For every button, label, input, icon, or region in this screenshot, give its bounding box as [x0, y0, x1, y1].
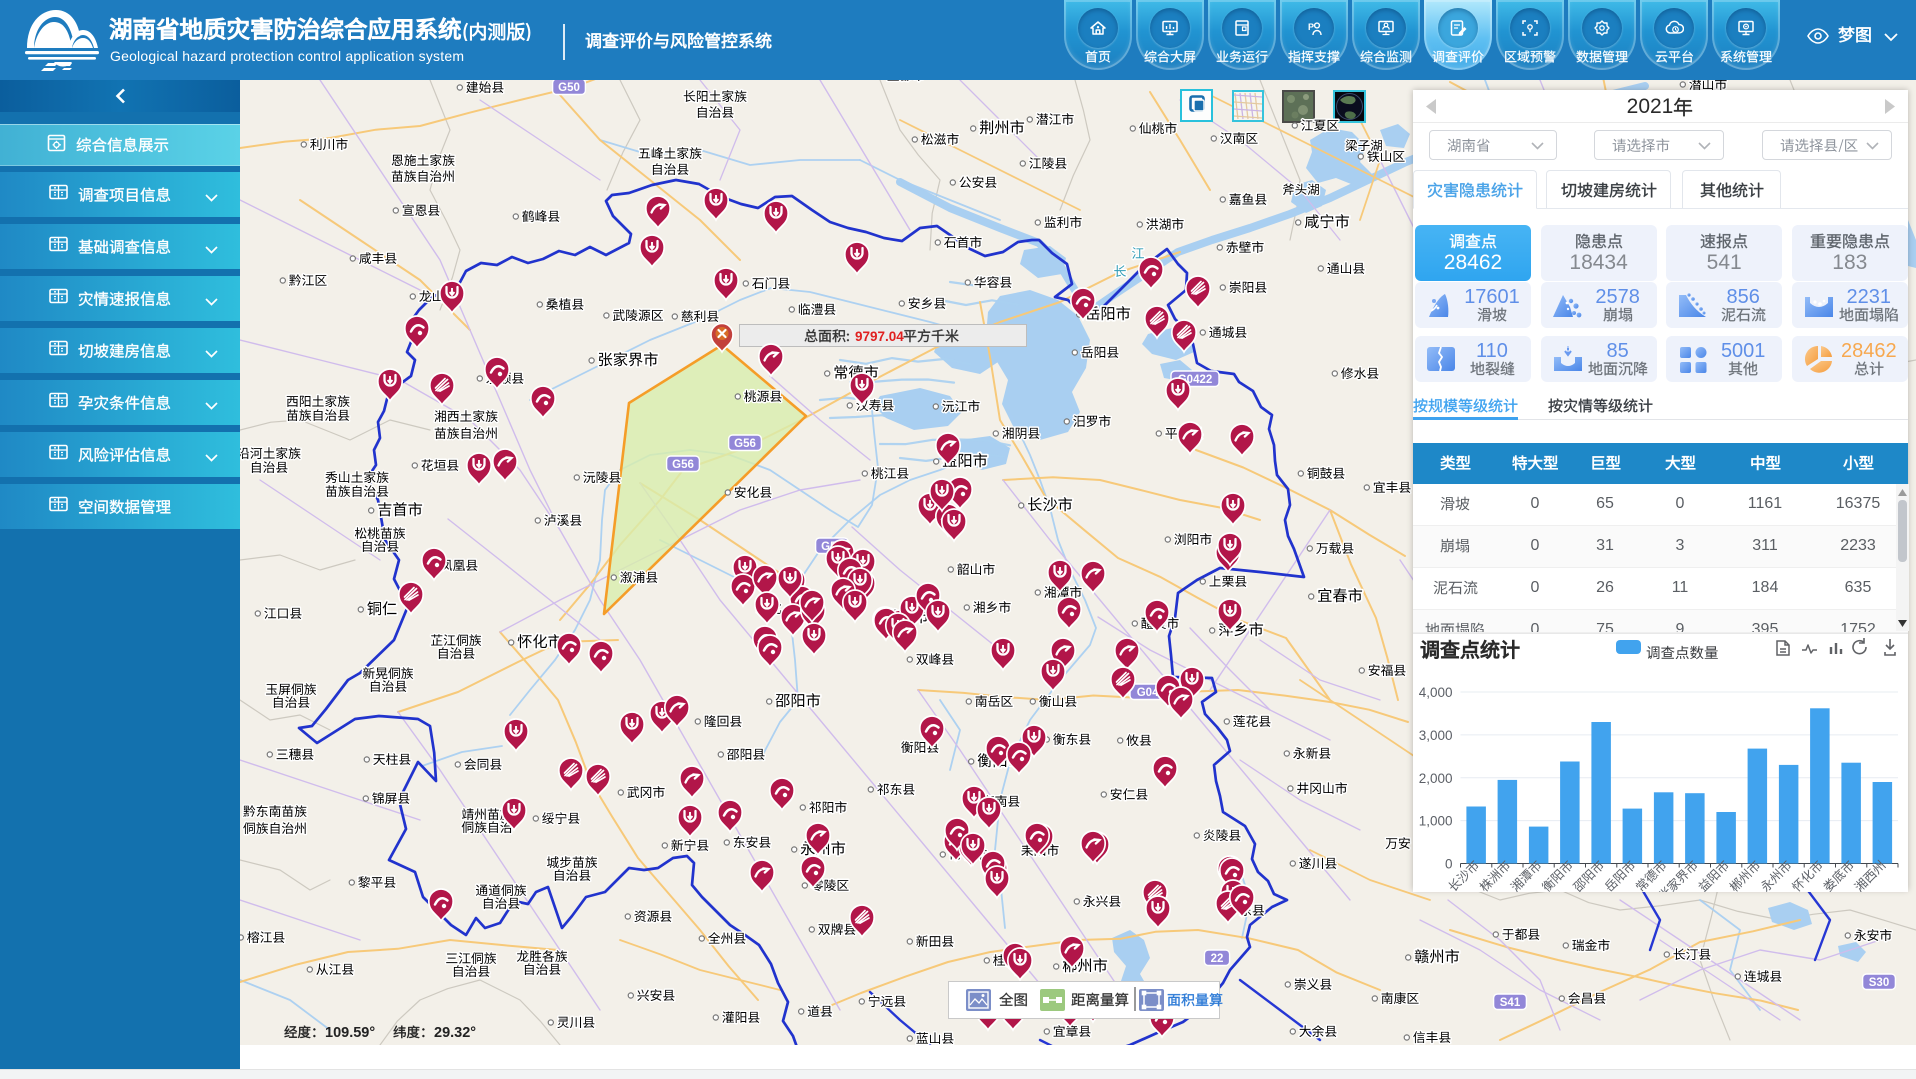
svg-text:S41: S41 — [1500, 997, 1521, 1009]
svg-text:22: 22 — [1211, 953, 1224, 965]
svg-text:4,000: 4,000 — [1419, 685, 1453, 700]
svg-text:0: 0 — [1445, 857, 1453, 872]
svg-text:2,000: 2,000 — [1419, 771, 1453, 786]
svg-text:9797.04: 9797.04 — [855, 329, 904, 344]
svg-text:G50: G50 — [558, 82, 580, 94]
svg-text:G56: G56 — [672, 459, 694, 471]
svg-text:109.59°: 109.59° — [325, 1025, 375, 1041]
svg-text:3,000: 3,000 — [1419, 728, 1453, 743]
svg-text:P: P — [1308, 22, 1314, 32]
svg-text:G56: G56 — [734, 438, 756, 450]
svg-text:S30: S30 — [1869, 977, 1889, 989]
svg-text:29.32°: 29.32° — [434, 1025, 476, 1041]
svg-text:1,000: 1,000 — [1419, 814, 1453, 829]
